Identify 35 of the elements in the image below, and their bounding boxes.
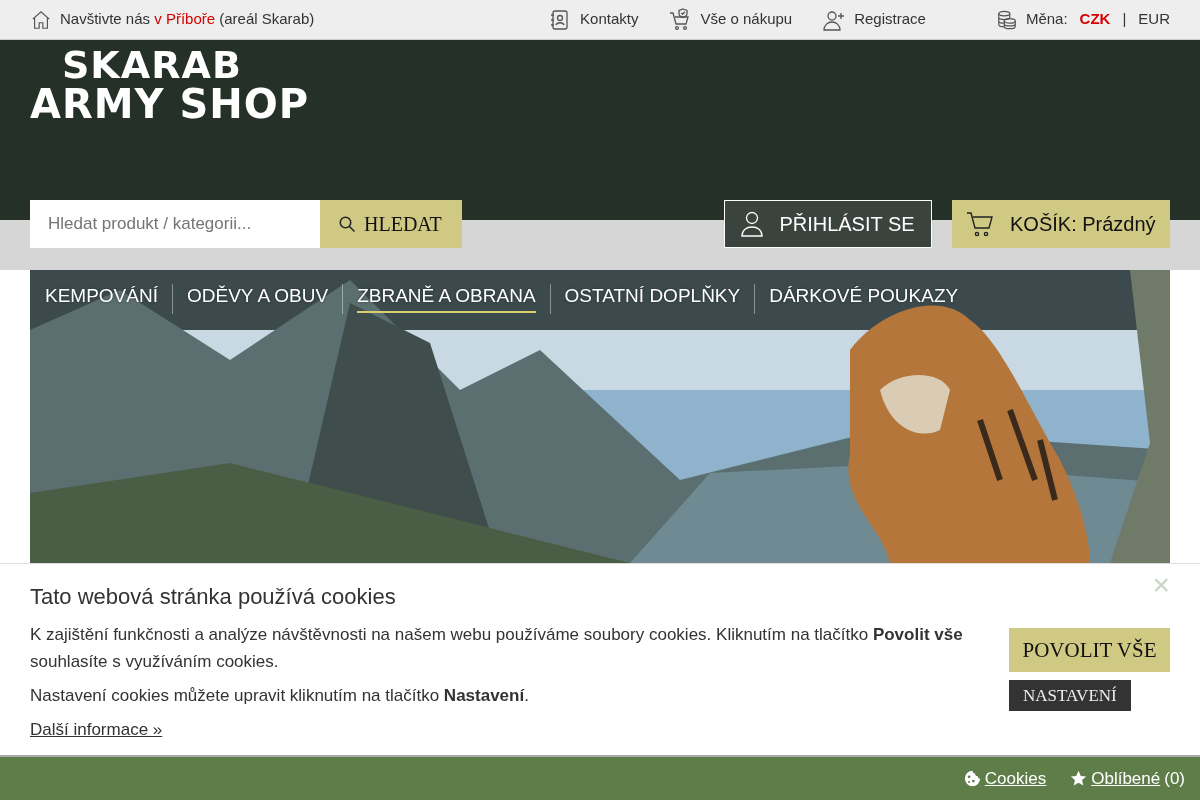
nav-tab[interactable]: OSTATNÍ DOPLŇKY	[564, 284, 741, 314]
nav-tab[interactable]: KEMPOVÁNÍ	[45, 284, 158, 314]
search-icon	[338, 215, 356, 233]
search-field[interactable]: Hledat produkt / kategorii...	[30, 200, 320, 248]
nav-tab[interactable]: ODĚVY A OBUV	[187, 284, 329, 314]
topbar-link[interactable]: Vše o nákupu	[700, 8, 793, 31]
more-info-link[interactable]: Další informace »	[30, 720, 163, 740]
cookie-text: Nastavení cookies můžete upravit kliknutím na tlačítko Nastavení.	[30, 685, 530, 708]
currency-option[interactable]: EUR	[1138, 8, 1170, 31]
nav-tab[interactable]: ZBRANĚ A OBRANA	[357, 284, 536, 314]
accept-all-button[interactable]: POVOLIT VŠE	[1009, 628, 1170, 673]
cookie-text: K zajištění funkčnosti a analýze návštěvnosti na našem webu používáme soubory cookies. Kliknutím na tlačítko Povolit vše souhlasíte s využíváním cookies.	[30, 624, 964, 673]
cart-button[interactable]: KOŠÍK: Prázdný	[952, 200, 1170, 248]
favorites-count: (0)	[1164, 767, 1185, 790]
currency-label: Měna:	[1025, 9, 1068, 30]
star-icon	[1070, 770, 1088, 787]
topbar-link[interactable]: Kontakty	[580, 8, 639, 31]
visit-text: Navštivte nás v Příboře (areál Skarab)	[60, 9, 315, 30]
user-icon	[741, 211, 764, 237]
separator-text: |	[1122, 9, 1127, 30]
nav-tab[interactable]: DÁRKOVÉ POUKAZY	[769, 284, 959, 314]
cookies-link[interactable]: Cookies	[984, 765, 1047, 792]
topbar-link[interactable]: Registrace	[854, 8, 926, 31]
coins-icon	[995, 8, 1018, 31]
logo[interactable]: SKARAB ARMY SHOP	[30, 46, 310, 124]
cart-icon	[966, 211, 994, 237]
cookie-title: Tato webová stránka používá cookies	[30, 584, 396, 611]
login-button[interactable]: PŘIHLÁSIT SE	[724, 200, 932, 248]
search-button[interactable]: HLEDAT	[320, 200, 462, 248]
favorites-link[interactable]: Oblíbené	[1091, 765, 1161, 792]
home-icon	[30, 8, 52, 31]
currency-option[interactable]: CZK	[1079, 8, 1111, 31]
cookie-icon	[963, 770, 981, 787]
location-link[interactable]: v Příboře	[154, 10, 216, 28]
settings-button[interactable]: NASTAVENÍ	[1009, 680, 1131, 712]
